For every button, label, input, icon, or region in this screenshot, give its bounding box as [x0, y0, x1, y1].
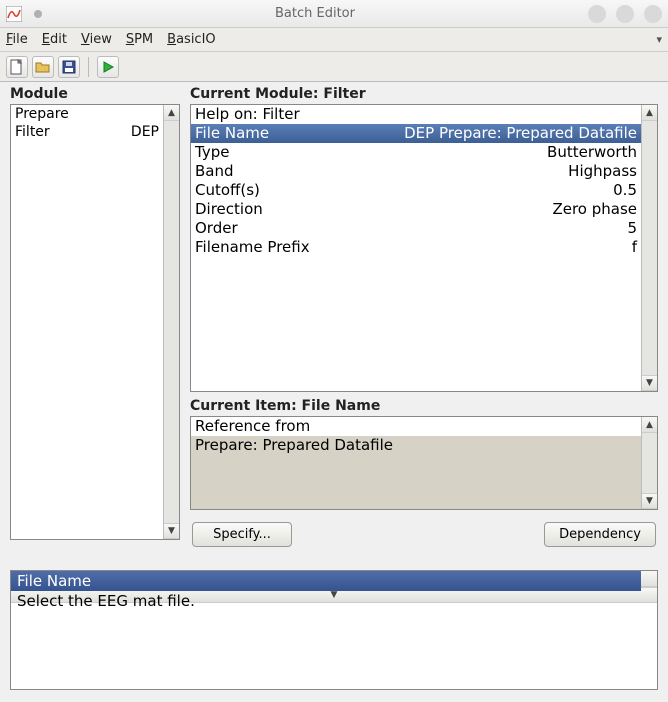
- menubar: File Edit View SPM BasicIO ▾: [0, 28, 668, 52]
- toolbar: [0, 52, 668, 82]
- minimize-button[interactable]: [588, 5, 606, 23]
- current-item-row[interactable]: Reference from: [191, 417, 641, 436]
- new-button[interactable]: [6, 56, 28, 78]
- param-value: 5: [627, 219, 637, 238]
- app-icon: [6, 6, 22, 22]
- param-row[interactable]: Direction Zero phase: [191, 200, 641, 219]
- menu-basicio[interactable]: BasicIO: [167, 32, 216, 47]
- scroll-down-icon[interactable]: ▼: [642, 493, 657, 509]
- titlebar: Batch Editor: [0, 0, 668, 28]
- run-button[interactable]: [97, 56, 119, 78]
- param-row[interactable]: Order 5: [191, 219, 641, 238]
- module-row-label: Filter: [15, 124, 50, 140]
- save-floppy-icon: [62, 60, 76, 74]
- maximize-button[interactable]: [616, 5, 634, 23]
- window-title: Batch Editor: [42, 6, 588, 21]
- param-value: f: [632, 238, 637, 257]
- module-row[interactable]: Filter DEP: [11, 123, 163, 141]
- param-row[interactable]: Filename Prefix f: [191, 238, 641, 257]
- current-item-header: Current Item: File Name: [190, 398, 658, 416]
- current-module-header: Current Module: Filter: [190, 86, 658, 104]
- specify-button[interactable]: Specify...: [192, 522, 292, 547]
- window-dot: [34, 10, 42, 18]
- help-title: File Name: [11, 571, 641, 591]
- param-label: Band: [195, 162, 234, 181]
- close-button[interactable]: [644, 5, 662, 23]
- param-value: Butterworth: [547, 143, 637, 162]
- param-row[interactable]: Cutoff(s) 0.5: [191, 181, 641, 200]
- scrollbar[interactable]: ▲ ▼: [641, 417, 657, 509]
- module-row-label: Prepare: [15, 106, 69, 122]
- param-row[interactable]: Help on: Filter: [191, 105, 641, 124]
- scroll-down-icon[interactable]: ▼: [164, 523, 179, 539]
- scrollbar[interactable]: ▲ ▼: [641, 105, 657, 391]
- current-item-list[interactable]: Reference fromPrepare: Prepared Datafile…: [190, 416, 658, 510]
- button-row: Specify... Dependency: [190, 522, 658, 547]
- toolbar-separator: [88, 57, 89, 77]
- param-row[interactable]: Type Butterworth: [191, 143, 641, 162]
- param-value: Zero phase: [552, 200, 637, 219]
- param-label: Help on: Filter: [195, 105, 300, 124]
- open-button[interactable]: [32, 56, 54, 78]
- param-value: 0.5: [613, 181, 637, 200]
- dependency-button[interactable]: Dependency: [544, 522, 656, 547]
- module-row[interactable]: Prepare: [11, 105, 163, 123]
- help-body: Select the EEG mat file.: [11, 591, 641, 611]
- module-pane-header: Module: [10, 86, 180, 104]
- param-label: Order: [195, 219, 238, 238]
- module-row-tag: DEP: [131, 124, 159, 140]
- scrollbar[interactable]: ▲ ▼: [163, 105, 179, 539]
- menu-view[interactable]: View: [81, 32, 112, 47]
- param-value: Highpass: [568, 162, 637, 181]
- param-value: DEP Prepare: Prepared Datafile: [404, 124, 637, 143]
- run-play-icon: [101, 60, 115, 74]
- param-label: Type: [195, 143, 229, 162]
- scroll-up-icon[interactable]: ▲: [164, 105, 179, 121]
- param-label: File Name: [195, 124, 269, 143]
- param-label: Filename Prefix: [195, 238, 310, 257]
- param-row[interactable]: Band Highpass: [191, 162, 641, 181]
- module-list[interactable]: Prepare Filter DEP ▲ ▼: [10, 104, 180, 540]
- menu-file[interactable]: File: [6, 32, 28, 47]
- open-folder-icon: [35, 60, 51, 74]
- scroll-up-icon[interactable]: ▲: [642, 105, 657, 121]
- param-label: Direction: [195, 200, 263, 219]
- menu-spm[interactable]: SPM: [126, 32, 153, 47]
- save-button[interactable]: [58, 56, 80, 78]
- param-label: Cutoff(s): [195, 181, 260, 200]
- scroll-up-icon[interactable]: ▲: [642, 417, 657, 433]
- window-controls: [588, 5, 662, 23]
- menu-edit[interactable]: Edit: [42, 32, 67, 47]
- new-file-icon: [10, 59, 24, 75]
- param-row[interactable]: File Name DEP Prepare: Prepared Datafile: [191, 124, 641, 143]
- current-item-row[interactable]: Prepare: Prepared Datafile: [191, 436, 641, 455]
- scroll-down-icon[interactable]: ▼: [642, 375, 657, 391]
- menubar-overflow-icon[interactable]: ▾: [656, 33, 662, 46]
- current-module-list[interactable]: Help on: FilterFile Name DEP Prepare: Pre…: [190, 104, 658, 392]
- help-panel: File Name Select the EEG mat file. ▲ ▼: [10, 570, 658, 690]
